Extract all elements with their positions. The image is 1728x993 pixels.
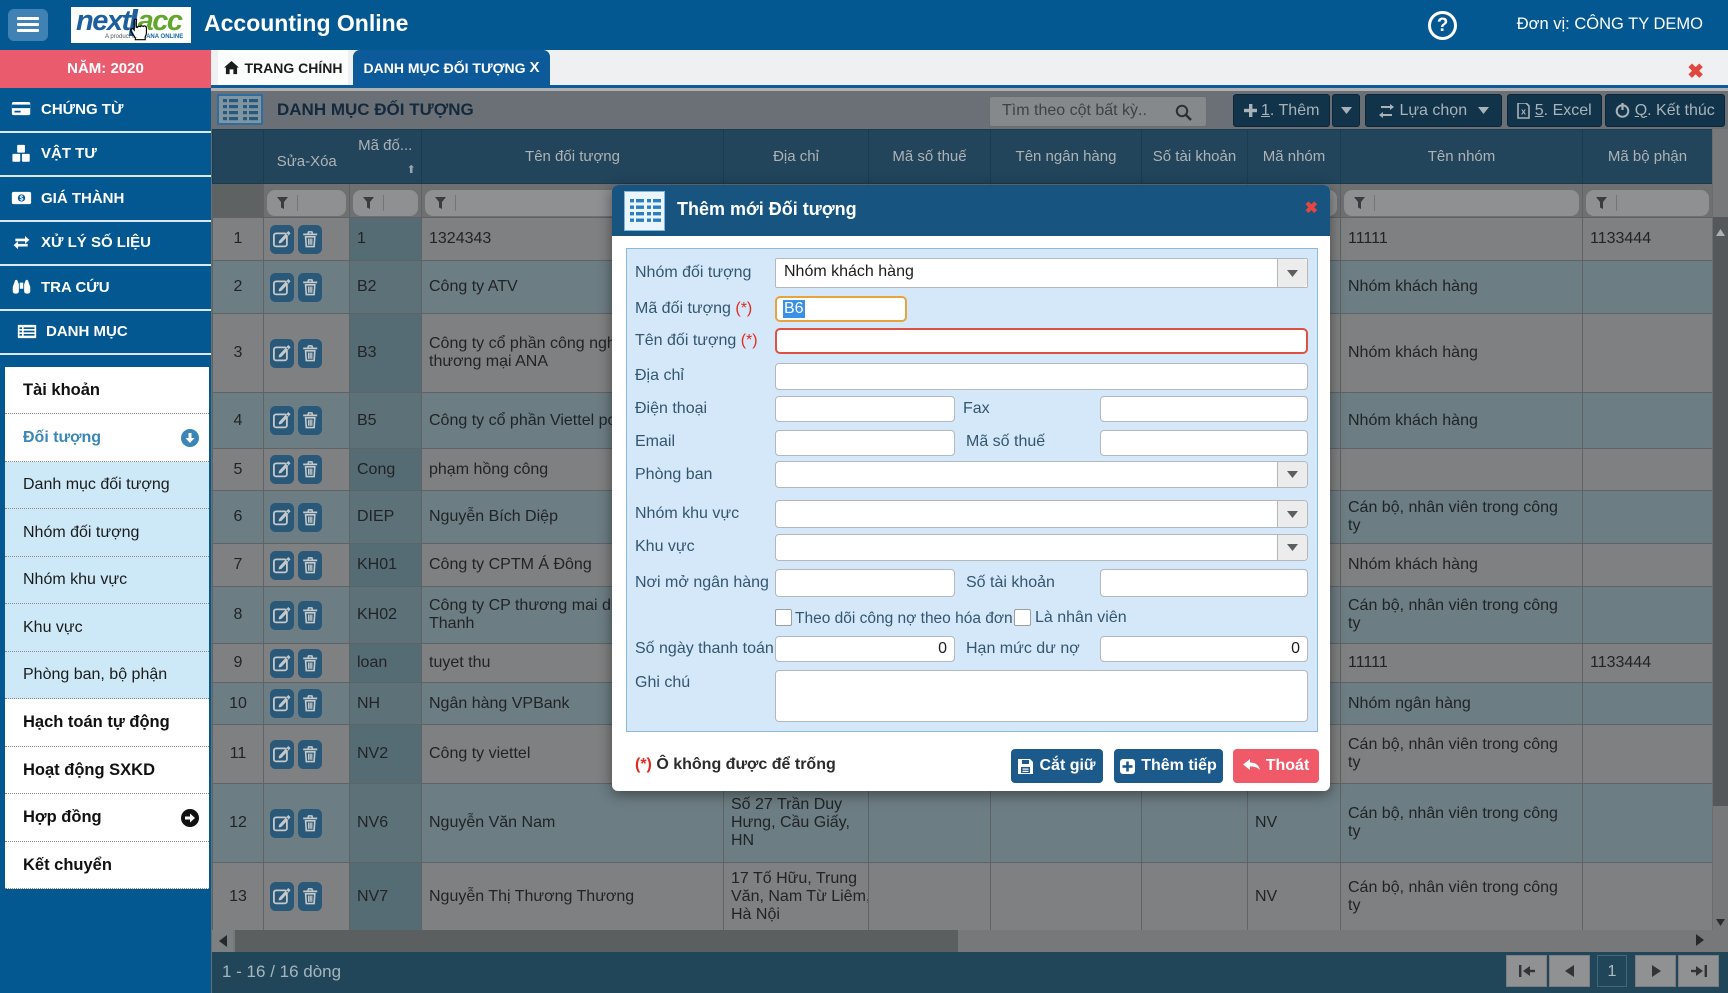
svg-text:x: x: [1521, 106, 1526, 116]
svg-text:$: $: [20, 196, 24, 203]
